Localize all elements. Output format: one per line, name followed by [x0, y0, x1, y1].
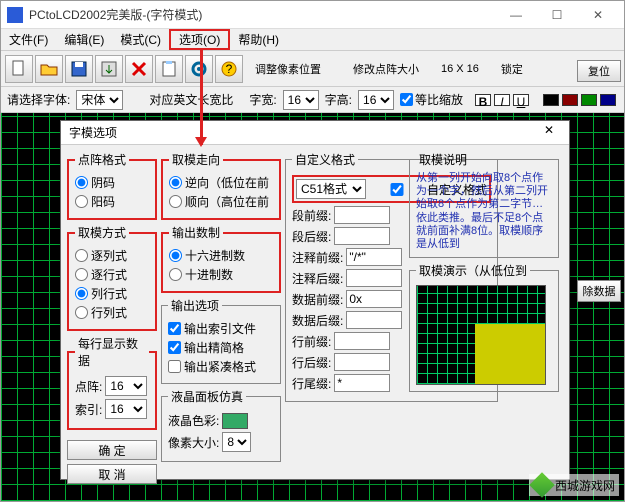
clear-data-button[interactable]: 除数据	[577, 280, 621, 302]
reset-button[interactable]: 复位	[577, 60, 621, 82]
demo-group: 取模演示（从低位到	[409, 262, 559, 392]
height-select[interactable]: 16	[358, 90, 394, 110]
watermark-icon	[529, 472, 554, 497]
direction-group: 取模走向 逆向（低位在前 顺向（高位在前	[161, 151, 281, 220]
output-option[interactable]: 输出紧凑格式	[168, 358, 274, 375]
custom-field[interactable]	[334, 227, 390, 245]
pattern-option[interactable]: 阴码	[75, 174, 149, 191]
open-button[interactable]	[35, 55, 63, 83]
width-select[interactable]: 16	[283, 90, 319, 110]
method-option[interactable]: 逐列式	[75, 247, 149, 264]
radix-option[interactable]: 十六进制数	[169, 247, 273, 264]
custom-field[interactable]	[334, 332, 390, 350]
custom-field[interactable]	[346, 311, 402, 329]
menu-f[interactable]: 文件(F)	[1, 29, 56, 50]
output-options-group: 输出选项 输出索引文件 输出精简格 输出紧凑格式	[161, 297, 281, 384]
delete-button[interactable]	[125, 55, 153, 83]
side-buttons: 复位	[577, 60, 621, 82]
menu-h[interactable]: 帮助(H)	[230, 29, 287, 50]
method-option[interactable]: 逐行式	[75, 266, 149, 283]
paste-button[interactable]	[155, 55, 183, 83]
text-style-buttons[interactable]: B I U	[475, 94, 531, 106]
menu-o[interactable]: 选项(O)	[169, 29, 230, 50]
format-select[interactable]: C51格式	[296, 179, 366, 199]
annotation-arrow	[200, 50, 203, 145]
custom-field[interactable]	[334, 353, 390, 371]
cancel-button[interactable]: 取 消	[67, 464, 157, 484]
custom-field[interactable]	[346, 248, 402, 266]
extraction-method-group: 取模方式 逐列式 逐行式 列行式 行列式	[67, 224, 157, 331]
options-row: 请选择字体: 宋体 对应英文长宽比 字宽: 16 字高: 16 等比缩放 B I…	[1, 87, 624, 113]
scale-checkbox[interactable]: 等比缩放	[400, 91, 463, 108]
import-button[interactable]	[95, 55, 123, 83]
svg-text:?: ?	[226, 62, 233, 76]
lock-label: 锁定	[501, 61, 523, 77]
watermark-text: 西城游戏网	[555, 477, 615, 494]
size-display: 16 X 16	[441, 63, 479, 75]
maximize-button[interactable]: ☐	[537, 3, 577, 27]
menubar: 文件(F)编辑(E)模式(C)选项(O)帮助(H)	[1, 29, 624, 51]
select-font-label: 请选择字体:	[7, 91, 70, 108]
font-options-dialog: 字模选项 ✕ 点阵格式 阴码 阳码 取模方式 逐列式 逐行式 列行式 行列式 每…	[60, 120, 570, 480]
watermark: 西城游戏网	[529, 474, 619, 496]
minimize-button[interactable]: —	[496, 3, 536, 27]
explanation-text: 从第一列开始向取8个点作为一个字，然后从第二列开始取8个点作为第二字节…依此类推…	[416, 172, 552, 251]
titlebar: PCtoLCD2002完美版-(字符模式) — ☐ ✕	[1, 1, 624, 29]
method-option[interactable]: 行列式	[75, 304, 149, 321]
help-button[interactable]: ?	[215, 55, 243, 83]
menu-e[interactable]: 编辑(E)	[56, 29, 112, 50]
pixel-size-select[interactable]: 8	[222, 432, 251, 452]
width-label: 字宽:	[249, 91, 276, 108]
dialog-titlebar: 字模选项 ✕	[61, 121, 569, 145]
menu-c[interactable]: 模式(C)	[112, 29, 169, 50]
output-option[interactable]: 输出索引文件	[168, 320, 274, 337]
close-button[interactable]: ✕	[578, 3, 618, 27]
ok-button[interactable]: 确 定	[67, 440, 157, 460]
adjust-pixel-label: 调整像素位置	[255, 61, 321, 77]
color-palette[interactable]	[543, 94, 618, 106]
app-icon	[7, 7, 23, 23]
custom-field[interactable]	[346, 290, 402, 308]
height-label: 字高:	[325, 91, 352, 108]
custom-field[interactable]	[346, 269, 402, 287]
display-per-row-group: 每行显示数据 点阵:16 索引:16	[67, 335, 157, 430]
output-option[interactable]: 输出精简格	[168, 339, 274, 356]
window-title: PCtoLCD2002完美版-(字符模式)	[29, 6, 496, 23]
toolbar: ? 调整像素位置 修改点阵大小 16 X 16 锁定	[1, 51, 624, 87]
lcd-sim-group: 液晶面板仿真 液晶色彩: 像素大小:8	[161, 388, 281, 462]
dot-count-select[interactable]: 16	[105, 376, 147, 396]
ratio-label: 对应英文长宽比	[149, 91, 233, 108]
dialog-title: 字模选项	[69, 124, 537, 141]
font-select[interactable]: 宋体	[76, 90, 123, 110]
custom-field[interactable]	[334, 206, 390, 224]
modify-size-label: 修改点阵大小	[353, 61, 419, 77]
index-count-select[interactable]: 16	[105, 399, 147, 419]
explanation-group: 取模说明 从第一列开始向取8个点作为一个字，然后从第二列开始取8个点作为第二字节…	[409, 151, 559, 258]
pattern-format-group: 点阵格式 阴码 阳码	[67, 151, 157, 220]
method-option[interactable]: 列行式	[75, 285, 149, 302]
radix-option[interactable]: 十进制数	[169, 266, 273, 283]
dialog-close-button[interactable]: ✕	[537, 123, 561, 143]
new-file-button[interactable]	[5, 55, 33, 83]
direction-option[interactable]: 逆向（低位在前	[169, 174, 273, 191]
settings-button[interactable]	[185, 55, 213, 83]
lcd-color-swatch[interactable]	[222, 413, 248, 429]
radix-group: 输出数制 十六进制数 十进制数	[161, 224, 281, 293]
save-button[interactable]	[65, 55, 93, 83]
custom-field[interactable]	[334, 374, 390, 392]
demo-preview	[416, 285, 546, 385]
pattern-option[interactable]: 阳码	[75, 193, 149, 210]
direction-option[interactable]: 顺向（高位在前	[169, 193, 273, 210]
